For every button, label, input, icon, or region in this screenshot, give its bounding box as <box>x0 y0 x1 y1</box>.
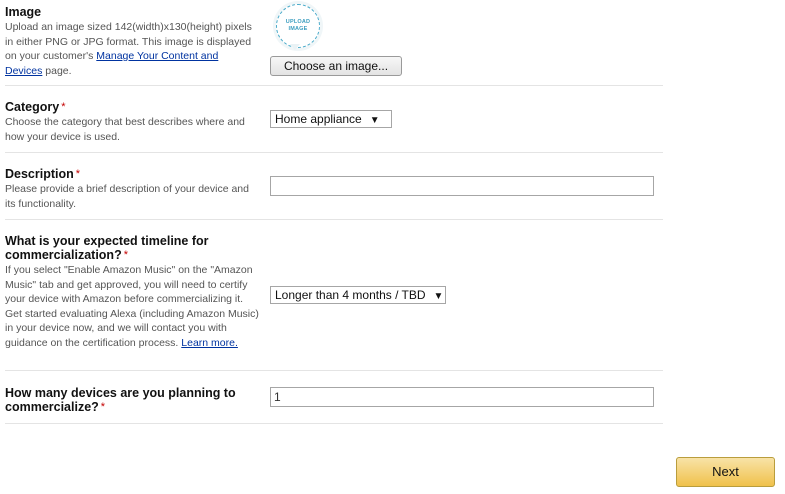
choose-image-button[interactable]: Choose an image... <box>270 56 402 76</box>
description-help-text: Please provide a brief description of yo… <box>5 183 249 210</box>
timeline-label: What is your expected timeline for comme… <box>5 234 209 262</box>
upload-badge-tail <box>290 44 300 50</box>
divider <box>5 423 663 424</box>
learn-more-link[interactable]: Learn more. <box>181 337 238 349</box>
timeline-select[interactable]: Longer than 4 months / TBD ▼ <box>270 286 446 304</box>
divider <box>5 85 663 86</box>
required-mark: * <box>61 101 66 113</box>
required-mark: * <box>75 168 81 180</box>
divider <box>5 370 663 371</box>
devices-label: How many devices are you planning to com… <box>5 386 236 414</box>
timeline-help-text: If you select "Enable Amazon Music" on t… <box>5 264 259 349</box>
category-selected-value: Home appliance <box>275 112 362 126</box>
category-help-text: Choose the category that best describes … <box>5 116 245 143</box>
divider <box>5 219 663 220</box>
description-input[interactable] <box>270 176 654 196</box>
next-button[interactable]: Next <box>676 457 775 487</box>
chevron-down-icon: ▼ <box>433 291 444 302</box>
devices-count-input[interactable]: 1 <box>270 387 654 407</box>
required-mark: * <box>100 401 106 413</box>
chevron-down-icon: ▼ <box>369 115 380 126</box>
image-label: Image <box>5 5 42 19</box>
required-mark: * <box>123 249 128 261</box>
image-help-text: Upload an image sized 142(width)x130(hei… <box>5 21 252 77</box>
divider <box>5 152 663 153</box>
timeline-selected-value: Longer than 4 months / TBD <box>275 288 426 302</box>
category-select[interactable]: Home appliance ▼ <box>270 110 392 128</box>
upload-image-icon[interactable]: UPLOAD IMAGE <box>276 4 320 48</box>
